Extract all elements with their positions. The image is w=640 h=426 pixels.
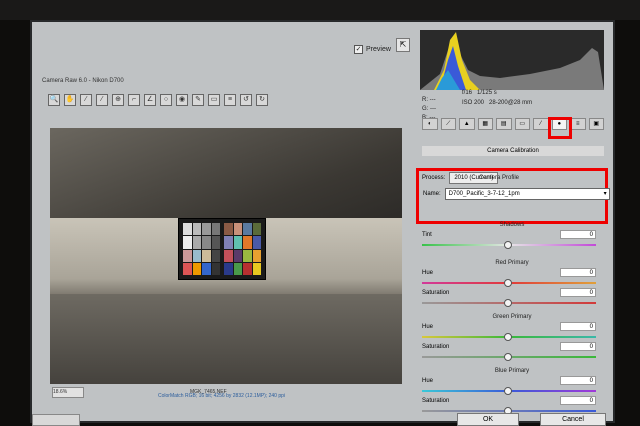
- histogram: [420, 30, 604, 90]
- blue-hue-label: Hue: [422, 378, 434, 384]
- tab-effects-icon[interactable]: ⁄: [533, 118, 549, 130]
- exif-lens: 28-200@28 mm: [489, 100, 533, 106]
- preferences-icon[interactable]: ≡: [224, 94, 236, 106]
- preview-label: Preview: [366, 46, 391, 53]
- monitor-bezel: [0, 0, 640, 20]
- tab-hsl-icon[interactable]: ▦: [477, 118, 493, 130]
- cancel-button[interactable]: Cancel: [540, 413, 606, 426]
- color-sampler-tool-icon[interactable]: ⁄: [96, 94, 108, 106]
- red-saturation-knob[interactable]: [504, 299, 512, 307]
- tab-basic-icon[interactable]: ◐: [422, 118, 438, 130]
- tab-tone-curve-icon[interactable]: ⟋: [440, 118, 456, 130]
- photo-rock-area: [50, 128, 402, 218]
- shadows-tint-knob[interactable]: [504, 241, 512, 249]
- camera-raw-window: Camera Raw 6.0 - Nikon D700 ✓ Preview ⇱ …: [30, 20, 615, 423]
- red-hue-knob[interactable]: [504, 279, 512, 287]
- checker-color-panel: [224, 223, 261, 275]
- panel-tabs: ◐ ⟋ ▲ ▦ ▤ ▭ ⁄ ● ≡ ▣: [422, 118, 604, 130]
- green-primary-title: Green Primary: [492, 314, 532, 320]
- rotate-ccw-icon[interactable]: ↺: [240, 94, 252, 106]
- red-saturation-value[interactable]: 0: [560, 288, 596, 297]
- exif-fstop: f/16: [462, 90, 473, 96]
- green-hue-label: Hue: [422, 324, 434, 330]
- adjustment-panel: R: --- G: --- B: --- f/16 1/125 s ISO 20…: [416, 30, 610, 415]
- graduated-filter-icon[interactable]: ▭: [208, 94, 220, 106]
- rotate-cw-icon[interactable]: ↻: [256, 94, 268, 106]
- profile-name-row: Name: D700_Pacific_3-7-12_1pm ▾: [423, 188, 610, 200]
- blue-hue-knob[interactable]: [504, 387, 512, 395]
- spot-removal-tool-icon[interactable]: ○: [160, 94, 172, 106]
- red-primary-title: Red Primary: [495, 260, 529, 266]
- workflow-options-link[interactable]: ColorMatch RGB; 16 bit; 4256 by 2832 (12…: [158, 393, 285, 399]
- adjustment-brush-icon[interactable]: ✎: [192, 94, 204, 106]
- shadows-tint-row: Tint 0: [420, 230, 604, 250]
- target-adjustment-tool-icon[interactable]: ⊕: [112, 94, 124, 106]
- camera-profile-highlight: Camera Profile Name: D700_Pacific_3-7-12…: [416, 168, 610, 224]
- green-saturation-value[interactable]: 0: [560, 342, 596, 351]
- fullscreen-toggle-button[interactable]: ⇱: [396, 38, 410, 52]
- crop-tool-icon[interactable]: ⌐: [128, 94, 140, 106]
- preview-checkbox[interactable]: ✓: [354, 45, 363, 54]
- exif-iso: ISO 200: [462, 100, 485, 106]
- tab-detail-icon[interactable]: ▲: [459, 118, 475, 130]
- green-hue-value[interactable]: 0: [560, 322, 596, 331]
- tab-presets-icon[interactable]: ≡: [570, 118, 586, 130]
- chevron-down-icon: ▾: [603, 191, 607, 197]
- green-hue-row: Hue 0: [420, 322, 604, 342]
- readout-g: G: ---: [422, 106, 436, 112]
- profile-name-label: Name:: [423, 191, 441, 197]
- checker-grayscale-panel: [183, 223, 220, 275]
- green-saturation-row: Saturation 0: [420, 342, 604, 362]
- blue-saturation-label: Saturation: [422, 398, 450, 404]
- window-title: Camera Raw 6.0 - Nikon D700: [42, 78, 124, 84]
- panel-section-title: Camera Calibration: [422, 146, 604, 156]
- green-hue-knob[interactable]: [504, 333, 512, 341]
- tab-snapshots-icon[interactable]: ▣: [588, 118, 604, 130]
- blue-primary-title: Blue Primary: [494, 368, 530, 374]
- image-preview[interactable]: [50, 128, 402, 384]
- blue-hue-value[interactable]: 0: [560, 376, 596, 385]
- save-image-button[interactable]: [32, 414, 80, 426]
- green-saturation-knob[interactable]: [504, 353, 512, 361]
- photo-ground-area: [50, 294, 402, 384]
- tab-lens-icon[interactable]: ▭: [514, 118, 530, 130]
- red-hue-row: Hue 0: [420, 268, 604, 288]
- profile-name-select[interactable]: D700_Pacific_3-7-12_1pm ▾: [444, 188, 610, 200]
- hand-tool-icon[interactable]: ✋: [64, 94, 76, 106]
- calibration-sliders: Shadows Tint 0 Red Primary Hue 0 Saturat…: [420, 220, 604, 416]
- zoom-level-select[interactable]: 18.6%: [52, 387, 84, 398]
- camera-profile-title: Camera Profile: [479, 175, 520, 181]
- red-hue-label: Hue: [422, 270, 434, 276]
- shadows-tint-label: Tint: [422, 232, 432, 238]
- blue-hue-row: Hue 0: [420, 376, 604, 396]
- shadows-title: Shadows: [499, 222, 525, 228]
- blue-saturation-value[interactable]: 0: [560, 396, 596, 405]
- red-saturation-label: Saturation: [422, 290, 450, 296]
- tab-split-toning-icon[interactable]: ▤: [496, 118, 512, 130]
- green-saturation-label: Saturation: [422, 344, 450, 350]
- shadows-tint-value[interactable]: 0: [560, 230, 596, 239]
- red-eye-tool-icon[interactable]: ◉: [176, 94, 188, 106]
- ok-button[interactable]: OK: [457, 413, 519, 426]
- profile-name-value: D700_Pacific_3-7-12_1pm: [448, 191, 520, 197]
- readout-r: R: ---: [422, 97, 436, 103]
- calibration-tab-highlight: [548, 117, 572, 139]
- zoom-tool-icon[interactable]: 🔍: [48, 94, 60, 106]
- exif-shutter: 1/125 s: [477, 90, 497, 96]
- tool-bar: 🔍 ✋ ⁄ ⁄ ⊕ ⌐ ∠ ○ ◉ ✎ ▭ ≡ ↺ ↻: [48, 92, 410, 108]
- straighten-tool-icon[interactable]: ∠: [144, 94, 156, 106]
- histogram-graph: [420, 32, 604, 90]
- red-hue-value[interactable]: 0: [560, 268, 596, 277]
- white-balance-tool-icon[interactable]: ⁄: [80, 94, 92, 106]
- preview-toggle[interactable]: ✓ Preview: [354, 45, 391, 54]
- color-checker-target: [178, 218, 266, 280]
- red-saturation-row: Saturation 0: [420, 288, 604, 308]
